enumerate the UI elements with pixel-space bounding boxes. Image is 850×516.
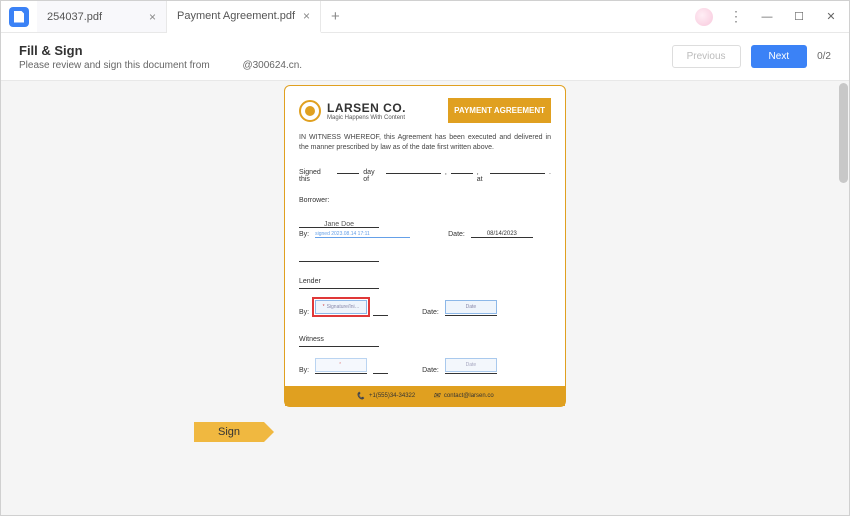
vertical-scrollbar[interactable]: [839, 83, 848, 513]
app-logo-icon: [9, 7, 29, 27]
pdf-document: LARSEN CO. Magic Happens With Content PA…: [284, 85, 566, 407]
company-tagline: Magic Happens With Content: [327, 115, 406, 121]
more-menu-icon[interactable]: ⋮: [723, 8, 749, 25]
company-logo-icon: [299, 100, 321, 122]
company-name: LARSEN CO.: [327, 101, 406, 115]
instruction-text: Please review and sign this document fro…: [19, 60, 302, 71]
lender-signature-field[interactable]: *Signature/Ini…: [315, 300, 367, 314]
page-title: Fill & Sign: [19, 43, 302, 58]
next-button[interactable]: Next: [751, 45, 808, 68]
witness-date-field[interactable]: Date: [445, 358, 497, 372]
witness-clause: IN WITNESS WHEREOF, this Agreement has b…: [299, 133, 551, 153]
page-counter: 0/2: [817, 51, 831, 62]
scrollbar-thumb[interactable]: [839, 83, 848, 183]
sign-here-indicator[interactable]: Sign: [194, 422, 264, 442]
phone-icon: [356, 392, 365, 400]
document-type-badge: PAYMENT AGREEMENT: [448, 98, 551, 123]
ai-assistant-icon[interactable]: [695, 8, 713, 26]
add-tab-button[interactable]: +: [321, 1, 350, 32]
tab-label: 254037.pdf: [47, 11, 102, 23]
borrower-date: 08/14/2023: [471, 231, 533, 238]
lender-date-field[interactable]: Date: [445, 300, 497, 314]
witness-signature-field[interactable]: *: [315, 358, 367, 372]
document-footer: +1(555)34-34322 contact@larsen.co: [285, 386, 565, 406]
fill-sign-bar: Fill & Sign Please review and sign this …: [1, 33, 849, 81]
minimize-button[interactable]: —: [753, 3, 781, 31]
titlebar: 254037.pdf × Payment Agreement.pdf × + ⋮…: [1, 1, 849, 33]
borrower-by-row: By: signed 2023.08.14 17:11 Date: 08/14/…: [299, 231, 551, 238]
close-window-button[interactable]: ✕: [817, 3, 845, 31]
window-controls: ⋮ — ☐ ✕: [695, 3, 849, 31]
tab-file-2[interactable]: Payment Agreement.pdf ×: [167, 1, 321, 33]
maximize-button[interactable]: ☐: [785, 3, 813, 31]
signed-date-line: Signed this day of , , at.: [299, 169, 551, 183]
borrower-section-label: Borrower:: [299, 197, 551, 204]
tab-file-1[interactable]: 254037.pdf ×: [37, 1, 167, 32]
tabs-container: 254037.pdf × Payment Agreement.pdf × +: [37, 1, 350, 32]
close-icon[interactable]: ×: [303, 9, 310, 23]
lender-by-row: By: *Signature/Ini… Date: Date: [299, 300, 551, 316]
borrower-signature: signed 2023.08.14 17:11: [315, 231, 410, 238]
mail-icon: [433, 391, 440, 400]
close-icon[interactable]: ×: [149, 10, 156, 24]
witness-by-row: By: * Date: Date: [299, 358, 551, 374]
document-workspace: Sign LARSEN CO. Magic Happens With Conte…: [1, 81, 849, 515]
tab-label: Payment Agreement.pdf: [177, 10, 295, 22]
lender-section-label: Lender: [299, 278, 551, 285]
previous-button[interactable]: Previous: [672, 45, 741, 68]
witness-section-label: Witness: [299, 336, 551, 343]
